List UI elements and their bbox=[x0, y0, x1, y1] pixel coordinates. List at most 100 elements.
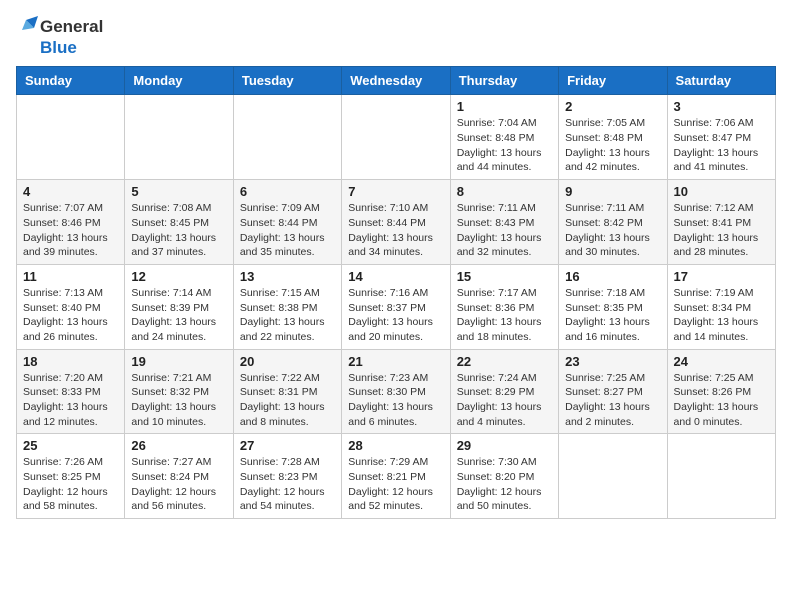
calendar-day-cell: 6 Sunrise: 7:09 AM Sunset: 8:44 PM Daylig… bbox=[233, 180, 341, 265]
calendar-week-row: 18 Sunrise: 7:20 AM Sunset: 8:33 PM Dayli… bbox=[17, 349, 776, 434]
calendar-day-cell: 12 Sunrise: 7:14 AM Sunset: 8:39 PM Dayli… bbox=[125, 264, 233, 349]
day-info: Sunrise: 7:10 AM Sunset: 8:44 PM Dayligh… bbox=[348, 201, 443, 260]
day-number: 2 bbox=[565, 99, 660, 114]
day-number: 15 bbox=[457, 269, 552, 284]
calendar-day-cell bbox=[17, 95, 125, 180]
day-info: Sunrise: 7:20 AM Sunset: 8:33 PM Dayligh… bbox=[23, 371, 118, 430]
calendar-day-cell bbox=[125, 95, 233, 180]
day-number: 25 bbox=[23, 438, 118, 453]
calendar-day-cell bbox=[667, 434, 775, 519]
calendar-week-row: 1 Sunrise: 7:04 AM Sunset: 8:48 PM Daylig… bbox=[17, 95, 776, 180]
day-info: Sunrise: 7:25 AM Sunset: 8:26 PM Dayligh… bbox=[674, 371, 769, 430]
calendar-day-cell: 27 Sunrise: 7:28 AM Sunset: 8:23 PM Dayli… bbox=[233, 434, 341, 519]
day-number: 29 bbox=[457, 438, 552, 453]
calendar-header-cell: Friday bbox=[559, 67, 667, 95]
calendar-day-cell: 2 Sunrise: 7:05 AM Sunset: 8:48 PM Daylig… bbox=[559, 95, 667, 180]
day-number: 5 bbox=[131, 184, 226, 199]
day-info: Sunrise: 7:13 AM Sunset: 8:40 PM Dayligh… bbox=[23, 286, 118, 345]
day-info: Sunrise: 7:16 AM Sunset: 8:37 PM Dayligh… bbox=[348, 286, 443, 345]
calendar-day-cell: 20 Sunrise: 7:22 AM Sunset: 8:31 PM Dayli… bbox=[233, 349, 341, 434]
calendar-day-cell: 3 Sunrise: 7:06 AM Sunset: 8:47 PM Daylig… bbox=[667, 95, 775, 180]
day-info: Sunrise: 7:28 AM Sunset: 8:23 PM Dayligh… bbox=[240, 455, 335, 514]
day-info: Sunrise: 7:18 AM Sunset: 8:35 PM Dayligh… bbox=[565, 286, 660, 345]
day-info: Sunrise: 7:08 AM Sunset: 8:45 PM Dayligh… bbox=[131, 201, 226, 260]
day-info: Sunrise: 7:24 AM Sunset: 8:29 PM Dayligh… bbox=[457, 371, 552, 430]
day-info: Sunrise: 7:12 AM Sunset: 8:41 PM Dayligh… bbox=[674, 201, 769, 260]
day-info: Sunrise: 7:07 AM Sunset: 8:46 PM Dayligh… bbox=[23, 201, 118, 260]
day-info: Sunrise: 7:14 AM Sunset: 8:39 PM Dayligh… bbox=[131, 286, 226, 345]
logo: General Blue bbox=[16, 16, 103, 58]
day-number: 8 bbox=[457, 184, 552, 199]
day-info: Sunrise: 7:09 AM Sunset: 8:44 PM Dayligh… bbox=[240, 201, 335, 260]
day-number: 20 bbox=[240, 354, 335, 369]
page-header: General Blue bbox=[16, 16, 776, 58]
calendar-day-cell: 23Sunrise: 7:25 AM Sunset: 8:27 PM Dayli… bbox=[559, 349, 667, 434]
logo-container: General Blue bbox=[16, 16, 103, 58]
day-info: Sunrise: 7:29 AM Sunset: 8:21 PM Dayligh… bbox=[348, 455, 443, 514]
calendar-day-cell: 1 Sunrise: 7:04 AM Sunset: 8:48 PM Daylig… bbox=[450, 95, 558, 180]
day-info: Sunrise: 7:25 AM Sunset: 8:27 PM Dayligh… bbox=[565, 371, 660, 430]
logo-blue-text: Blue bbox=[40, 38, 103, 58]
calendar-day-cell: 29 Sunrise: 7:30 AM Sunset: 8:20 PM Dayli… bbox=[450, 434, 558, 519]
calendar-header-cell: Thursday bbox=[450, 67, 558, 95]
day-number: 12 bbox=[131, 269, 226, 284]
calendar-day-cell: 13Sunrise: 7:15 AM Sunset: 8:38 PM Dayli… bbox=[233, 264, 341, 349]
day-info: Sunrise: 7:27 AM Sunset: 8:24 PM Dayligh… bbox=[131, 455, 226, 514]
day-number: 17 bbox=[674, 269, 769, 284]
day-number: 10 bbox=[674, 184, 769, 199]
calendar-week-row: 11 Sunrise: 7:13 AM Sunset: 8:40 PM Dayli… bbox=[17, 264, 776, 349]
day-number: 27 bbox=[240, 438, 335, 453]
day-number: 26 bbox=[131, 438, 226, 453]
calendar-day-cell: 16 Sunrise: 7:18 AM Sunset: 8:35 PM Dayli… bbox=[559, 264, 667, 349]
calendar-week-row: 4 Sunrise: 7:07 AM Sunset: 8:46 PM Daylig… bbox=[17, 180, 776, 265]
day-number: 4 bbox=[23, 184, 118, 199]
day-number: 18 bbox=[23, 354, 118, 369]
calendar-day-cell: 5 Sunrise: 7:08 AM Sunset: 8:45 PM Daylig… bbox=[125, 180, 233, 265]
day-number: 1 bbox=[457, 99, 552, 114]
calendar-day-cell: 21Sunrise: 7:23 AM Sunset: 8:30 PM Dayli… bbox=[342, 349, 450, 434]
day-info: Sunrise: 7:06 AM Sunset: 8:47 PM Dayligh… bbox=[674, 116, 769, 175]
calendar-day-cell: 17 Sunrise: 7:19 AM Sunset: 8:34 PM Dayli… bbox=[667, 264, 775, 349]
day-info: Sunrise: 7:11 AM Sunset: 8:42 PM Dayligh… bbox=[565, 201, 660, 260]
day-number: 21 bbox=[348, 354, 443, 369]
calendar-day-cell: 19Sunrise: 7:21 AM Sunset: 8:32 PM Dayli… bbox=[125, 349, 233, 434]
logo-bird-icon bbox=[16, 16, 38, 38]
calendar-day-cell: 14 Sunrise: 7:16 AM Sunset: 8:37 PM Dayli… bbox=[342, 264, 450, 349]
calendar-day-cell: 24 Sunrise: 7:25 AM Sunset: 8:26 PM Dayli… bbox=[667, 349, 775, 434]
day-info: Sunrise: 7:17 AM Sunset: 8:36 PM Dayligh… bbox=[457, 286, 552, 345]
day-info: Sunrise: 7:11 AM Sunset: 8:43 PM Dayligh… bbox=[457, 201, 552, 260]
calendar-day-cell: 28 Sunrise: 7:29 AM Sunset: 8:21 PM Dayli… bbox=[342, 434, 450, 519]
day-info: Sunrise: 7:05 AM Sunset: 8:48 PM Dayligh… bbox=[565, 116, 660, 175]
calendar-day-cell bbox=[559, 434, 667, 519]
day-info: Sunrise: 7:30 AM Sunset: 8:20 PM Dayligh… bbox=[457, 455, 552, 514]
day-number: 16 bbox=[565, 269, 660, 284]
calendar-day-cell: 11 Sunrise: 7:13 AM Sunset: 8:40 PM Dayli… bbox=[17, 264, 125, 349]
day-info: Sunrise: 7:19 AM Sunset: 8:34 PM Dayligh… bbox=[674, 286, 769, 345]
calendar-header-cell: Sunday bbox=[17, 67, 125, 95]
calendar-day-cell: 25Sunrise: 7:26 AM Sunset: 8:25 PM Dayli… bbox=[17, 434, 125, 519]
calendar-header-row: SundayMondayTuesdayWednesdayThursdayFrid… bbox=[17, 67, 776, 95]
day-number: 19 bbox=[131, 354, 226, 369]
logo-general-text: General bbox=[40, 17, 103, 37]
day-number: 22 bbox=[457, 354, 552, 369]
day-number: 14 bbox=[348, 269, 443, 284]
day-number: 28 bbox=[348, 438, 443, 453]
calendar-day-cell: 4 Sunrise: 7:07 AM Sunset: 8:46 PM Daylig… bbox=[17, 180, 125, 265]
calendar-header-cell: Tuesday bbox=[233, 67, 341, 95]
day-number: 3 bbox=[674, 99, 769, 114]
day-number: 11 bbox=[23, 269, 118, 284]
calendar-day-cell: 26 Sunrise: 7:27 AM Sunset: 8:24 PM Dayli… bbox=[125, 434, 233, 519]
day-info: Sunrise: 7:04 AM Sunset: 8:48 PM Dayligh… bbox=[457, 116, 552, 175]
day-info: Sunrise: 7:22 AM Sunset: 8:31 PM Dayligh… bbox=[240, 371, 335, 430]
calendar-header-cell: Saturday bbox=[667, 67, 775, 95]
day-number: 24 bbox=[674, 354, 769, 369]
day-info: Sunrise: 7:15 AM Sunset: 8:38 PM Dayligh… bbox=[240, 286, 335, 345]
calendar-day-cell bbox=[233, 95, 341, 180]
day-number: 7 bbox=[348, 184, 443, 199]
day-number: 6 bbox=[240, 184, 335, 199]
calendar-day-cell: 7 Sunrise: 7:10 AM Sunset: 8:44 PM Daylig… bbox=[342, 180, 450, 265]
calendar-day-cell bbox=[342, 95, 450, 180]
calendar-day-cell: 18 Sunrise: 7:20 AM Sunset: 8:33 PM Dayli… bbox=[17, 349, 125, 434]
calendar-header-cell: Monday bbox=[125, 67, 233, 95]
day-number: 9 bbox=[565, 184, 660, 199]
